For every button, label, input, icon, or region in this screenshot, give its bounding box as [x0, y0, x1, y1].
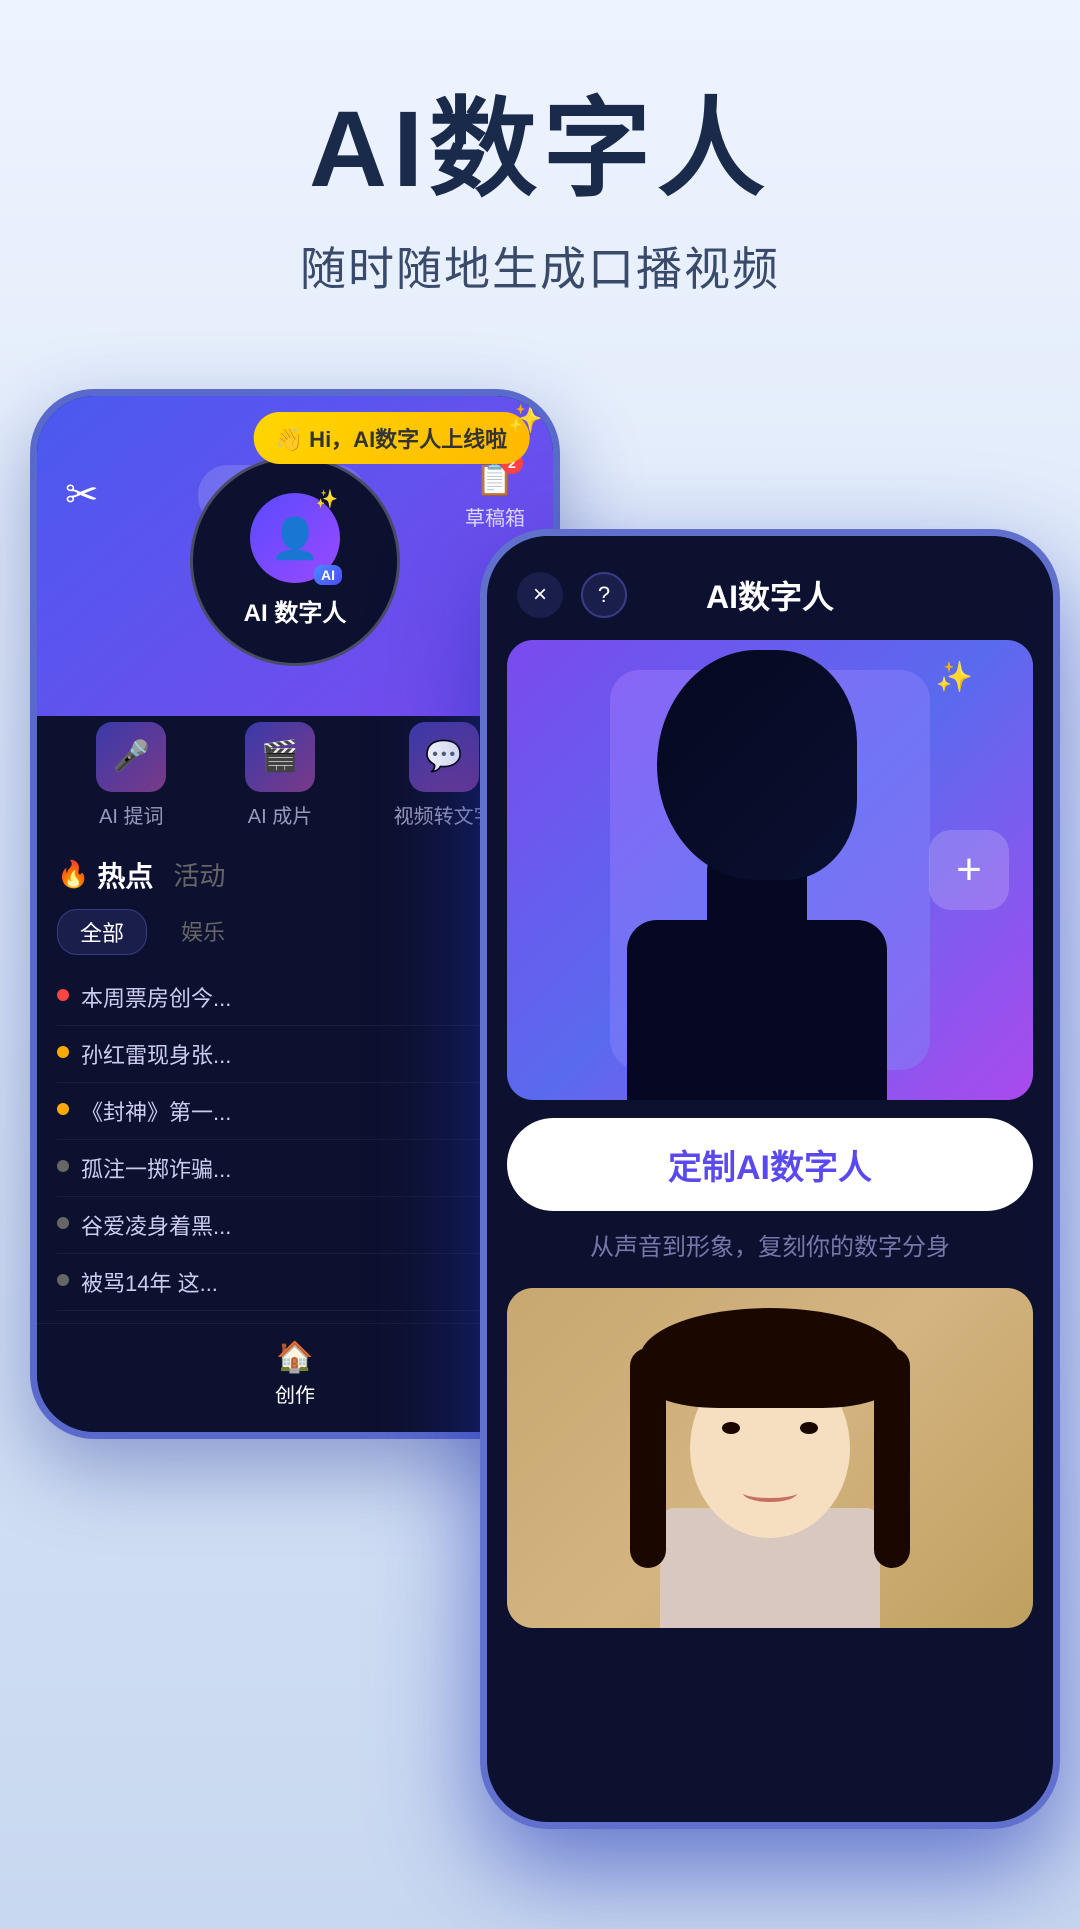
page-wrapper: AI数字人 随时随地生成口播视频 👋 Hi，AI数字人上线啦 ✨ ✂ 开	[0, 0, 1080, 1929]
draft-box-btn[interactable]: 2 📋 草稿箱	[465, 460, 525, 531]
ai-teleprompter-label: AI 提词	[99, 800, 163, 829]
back-phone-header: 👋 Hi，AI数字人上线啦 ✨ ✂ 开始创作 2 📋 草稿箱	[37, 396, 553, 716]
news-dot-5	[57, 1217, 69, 1229]
phones-container: 👋 Hi，AI数字人上线啦 ✨ ✂ 开始创作 2 📋 草稿箱	[0, 349, 1080, 1929]
news-dot-3	[57, 1103, 69, 1115]
news-item-4[interactable]: 孤注一掷诈骗...	[57, 1140, 533, 1197]
tooltip-popup: 👋 Hi，AI数字人上线啦 ✨	[254, 412, 530, 464]
bottom-nav: 🏠 创作	[37, 1323, 553, 1432]
ai-circle-label: AI 数字人	[244, 593, 347, 628]
news-text-2: 孙红雷现身张...	[81, 1038, 231, 1070]
person-card	[507, 1288, 1033, 1628]
sparkle-top-right-icon: ✨	[936, 660, 973, 695]
avatar-card: + ✨	[507, 640, 1033, 1100]
ai-video-label: AI 成片	[248, 800, 312, 829]
func-item-ai-video[interactable]: 🎬 AI 成片	[245, 722, 315, 829]
page-title: AI数字人	[60, 90, 1020, 209]
customize-desc: 从声音到形象，复刻你的数字分身	[507, 1227, 1033, 1262]
func-icons-row: 🎤 AI 提词 🎬 AI 成片 💬 视频转文字	[37, 706, 553, 839]
left-eye	[722, 1422, 740, 1434]
filter-all[interactable]: 全部	[57, 909, 147, 955]
filter-entertainment[interactable]: 娱乐	[159, 909, 247, 955]
nav-create-label: 创作	[275, 1379, 315, 1408]
func-item-ai-teleprompter[interactable]: 🎤 AI 提词	[96, 722, 166, 829]
male-silhouette	[627, 650, 887, 1100]
hot-tab-label: 热点	[97, 855, 153, 895]
page-header: AI数字人 随时随地生成口播视频	[0, 0, 1080, 349]
ai-circle-icon: 👤 AI ✨	[250, 493, 340, 583]
sparkle-icon: ✨	[508, 402, 543, 435]
plus-icon-card[interactable]: +	[929, 830, 1009, 910]
video-text-label: 视频转文字	[394, 800, 494, 829]
news-text-1: 本周票房创今...	[81, 981, 231, 1013]
news-item-5[interactable]: 谷爱凌身着黑...	[57, 1197, 533, 1254]
woman-hair-left	[630, 1348, 666, 1568]
scissors-icon: ✂	[65, 472, 99, 518]
news-dot-1	[57, 989, 69, 1001]
nav-create[interactable]: 🏠 创作	[275, 1340, 315, 1408]
news-dot-4	[57, 1160, 69, 1172]
silhouette-head	[657, 650, 857, 880]
video-text-icon: 💬	[409, 722, 479, 792]
woman-hair-right	[874, 1348, 910, 1568]
filter-row: 全部 娱乐	[57, 909, 533, 955]
draft-box-label: 草稿箱	[465, 502, 525, 531]
func-item-video-text[interactable]: 💬 视频转文字	[394, 722, 494, 829]
help-btn[interactable]: ?	[581, 572, 627, 618]
news-item-3[interactable]: 《封神》第一...	[57, 1083, 533, 1140]
fire-icon: 🔥	[57, 859, 89, 890]
news-item-6[interactable]: 被骂14年 这...	[57, 1254, 533, 1311]
news-text-5: 谷爱凌身着黑...	[81, 1209, 231, 1241]
news-dot-2	[57, 1046, 69, 1058]
hot-tabs-row: 🔥 热点 活动	[57, 855, 533, 895]
news-dot-6	[57, 1274, 69, 1286]
silhouette-body	[627, 920, 887, 1100]
close-btn[interactable]: ×	[517, 572, 563, 618]
ai-badge: AI	[314, 565, 342, 585]
activity-tab[interactable]: 活动	[173, 856, 225, 893]
hot-tab-active[interactable]: 🔥 热点	[57, 855, 153, 895]
home-icon: 🏠	[276, 1340, 313, 1375]
right-eye	[800, 1422, 818, 1434]
front-title: AI数字人	[706, 572, 834, 618]
news-item-1[interactable]: 本周票房创今...	[57, 969, 533, 1026]
news-text-6: 被骂14年 这...	[81, 1266, 218, 1298]
ai-teleprompter-icon: 🎤	[96, 722, 166, 792]
customize-btn[interactable]: 定制AI数字人	[507, 1118, 1033, 1211]
news-item-2[interactable]: 孙红雷现身张...	[57, 1026, 533, 1083]
news-text-4: 孤注一掷诈骗...	[81, 1152, 231, 1184]
page-subtitle: 随时随地生成口播视频	[60, 233, 1020, 299]
hot-section: 🔥 热点 活动 全部 娱乐 本周票房创今...	[37, 839, 553, 1327]
woman-figure-container	[620, 1308, 920, 1628]
ai-circle[interactable]: 👤 AI ✨ AI 数字人	[190, 456, 400, 666]
woman-hair-top	[640, 1308, 900, 1408]
phone-front: × ? AI数字人	[480, 529, 1060, 1829]
front-phone-header: × ? AI数字人	[487, 536, 1053, 640]
mouth	[743, 1484, 797, 1502]
tooltip-text: 👋 Hi，AI数字人上线啦	[276, 422, 508, 454]
ai-video-icon: 🎬	[245, 722, 315, 792]
news-text-3: 《封神》第一...	[81, 1095, 231, 1127]
